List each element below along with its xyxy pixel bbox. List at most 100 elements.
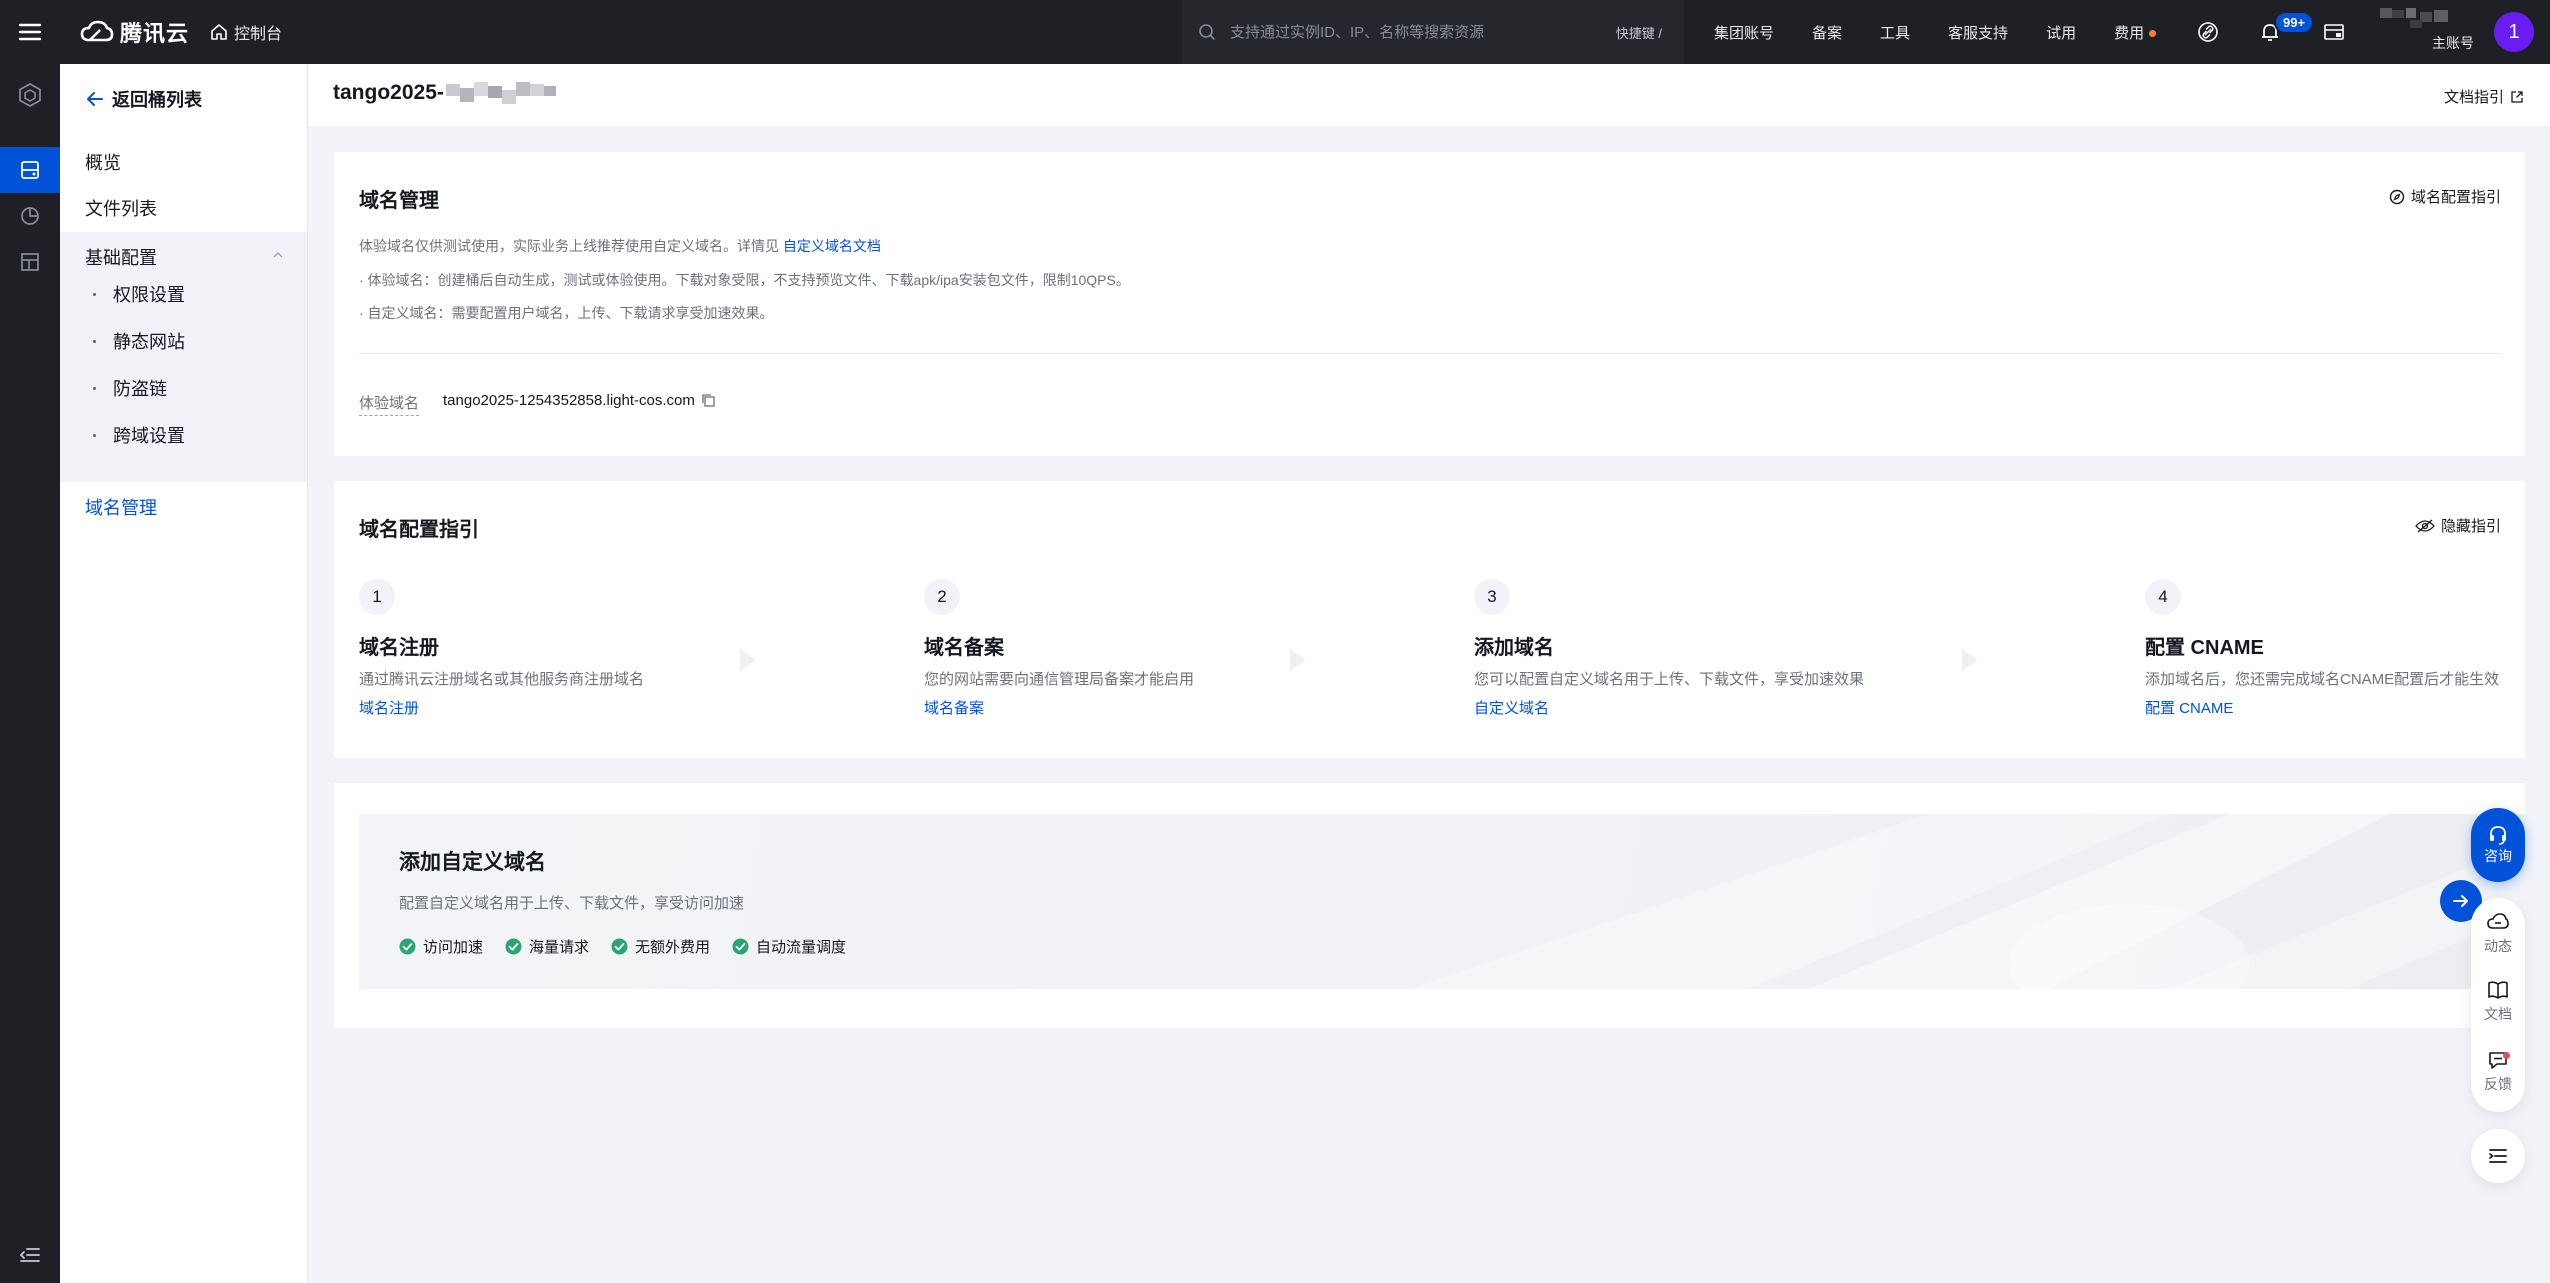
guide-card-title: 域名配置指引 [359,519,479,541]
triangle-right-icon [1288,647,1308,673]
check-circle-icon [399,938,416,955]
billing-dot [2149,30,2157,38]
step-desc: 您的网站需要向通信管理局备案才能启用 [924,671,1195,688]
tencent-cloud-logo[interactable]: 腾讯云 [80,16,189,48]
sidebar-item-hotlink-protection[interactable]: 防盗链 [60,365,307,411]
back-to-bucket-list[interactable]: 返回桶列表 [86,84,202,114]
search-input[interactable] [1228,22,1558,42]
bucket-name: tango2025- [333,81,444,104]
domain-config-guide-label: 域名配置指引 [2410,189,2501,206]
float-menu-button[interactable] [2471,1129,2525,1183]
rail-monitor[interactable] [0,193,60,239]
step-number: 4 [2145,579,2181,615]
nav-group-account[interactable]: 集团账号 [1714,22,1774,43]
register-domain-link[interactable]: 域名注册 [359,697,644,718]
domain-management-card: 域名管理 域名配置指引 体验域名仅供测试使用，实际业务上线推荐使用自定义域名。详… [334,152,2525,456]
sidebar-item-domain-management[interactable]: 域名管理 [60,484,307,530]
feedback-button[interactable]: 反馈 [2471,1040,2525,1104]
sidebar-group-basic-config: 基础配置 权限设置 静态网站 防盗链 跨域设置 [60,232,307,482]
rail-cos-overview[interactable] [0,72,60,118]
configure-cname-link[interactable]: 配置 CNAME [2145,697,2499,718]
home-icon [210,23,228,41]
hexagon-icon [19,83,41,107]
collapse-sidebar-icon[interactable] [18,1243,42,1267]
domain-config-guide-link[interactable]: 域名配置指引 [2389,186,2501,207]
add-custom-domain-banner[interactable]: 添加自定义域名 配置自定义域名用于上传、下载文件，享受访问加速 访问加速 海量请… [359,814,2525,989]
step-4: 4 配置 CNAME 添加域名后，您还需完成域名CNAME配置后才能生效 配置 … [2145,579,2499,718]
menu-icon[interactable] [16,18,44,46]
link-icon[interactable] [2196,20,2220,44]
feature-label: 无额外费用 [635,939,711,956]
banner-decoration [1409,814,2525,989]
chevron-up-icon[interactable] [273,252,283,258]
step-title: 添加域名 [1474,637,1554,659]
custom-domain-doc-link[interactable]: 自定义域名文档 [783,238,881,254]
top-nav: 集团账号 备案 工具 客服支持 试用 费用 [1714,0,2194,64]
triangle-right-icon [738,647,758,673]
news-button[interactable]: 动态 [2471,902,2525,966]
sidebar-item-overview[interactable]: 概览 [60,139,307,185]
trial-domain-note: · 体验域名：创建桶后自动生成，测试或体验使用。下载对象受限，不支持预览文件、下… [359,272,1130,288]
page-header: tango2025- 文档指引 [309,64,2550,126]
product-rail [0,64,60,1283]
search-icon [1198,23,1216,41]
step-number: 2 [924,579,960,615]
docs-button[interactable]: 文档 [2471,970,2525,1034]
sidebar-item-static-website[interactable]: 静态网站 [60,318,307,364]
nav-tools[interactable]: 工具 [1880,22,1910,43]
rail-bucket-list[interactable] [0,147,60,193]
trial-domain-value: tango2025-1254352858.light-cos.com [443,392,716,409]
sidebar-item-cors[interactable]: 跨域设置 [60,412,307,458]
docs-label: 文档 [2484,1006,2512,1022]
feedback-unread-dot [2503,1052,2510,1059]
domain-intro-text: 体验域名仅供测试使用，实际业务上线推荐使用自定义域名。详情见 [359,238,779,254]
rail-tools[interactable] [0,239,60,285]
icp-filing-link[interactable]: 域名备案 [924,697,1194,718]
nav-icp-filing[interactable]: 备案 [1812,22,1842,43]
pie-chart-icon [21,207,39,225]
brand-name: 腾讯云 [120,21,190,46]
nav-trial[interactable]: 试用 [2046,22,2076,43]
compass-icon [2389,189,2405,204]
feature-label: 访问加速 [423,939,484,956]
billing-card-icon[interactable] [2322,20,2346,44]
feature-item: 无额外费用 [611,936,710,957]
console-link[interactable]: 控制台 [210,16,282,48]
side-menu: 返回桶列表 概览 文件列表 基础配置 权限设置 静态网站 防盗链 跨域设置 域名… [60,64,308,1283]
arrow-left-icon [87,92,103,106]
nav-support[interactable]: 客服支持 [1948,22,2008,43]
step-title: 域名注册 [359,637,439,659]
step-title: 配置 CNAME [2145,637,2264,659]
step-desc: 通过腾讯云注册域名或其他服务商注册域名 [359,671,645,688]
banner-desc: 配置自定义域名用于上传、下载文件，享受访问加速 [399,895,745,912]
dashboard-icon [21,253,39,271]
hide-guide-button[interactable]: 隐藏指引 [2415,515,2501,536]
custom-domain-link[interactable]: 自定义域名 [1474,697,1864,718]
copy-icon[interactable] [701,393,716,408]
notification-badge: 99+ [2274,11,2315,34]
sidebar-item-file-list[interactable]: 文件列表 [60,185,307,231]
trial-domain-text: tango2025-1254352858.light-cos.com [443,392,695,409]
step-number: 1 [359,579,395,615]
account-name-redacted [2380,8,2450,30]
news-label: 动态 [2484,938,2512,954]
sidebar-item-permissions[interactable]: 权限设置 [60,271,307,317]
nav-billing[interactable]: 费用 [2114,22,2157,43]
feature-item: 自动流量调度 [732,936,846,957]
headset-icon [2490,826,2506,845]
book-icon [2488,981,2508,999]
cloud-bell-icon [2487,913,2509,929]
global-search: 快捷键 / [1182,0,1684,64]
sidebar-group-title[interactable]: 基础配置 [85,244,157,270]
banner-title: 添加自定义域名 [399,851,546,874]
domain-card-title: 域名管理 [359,190,439,212]
doc-guide-link[interactable]: 文档指引 [2444,86,2524,107]
top-bar: 腾讯云 控制台 快捷键 / 集团账号 备案 工具 客服支持 试用 费用 99+ … [0,0,2550,64]
custom-domain-note: · 自定义域名：需要配置用户域名，上传、下载请求享受加速效果。 [359,305,774,321]
step-1: 1 域名注册 通过腾讯云注册域名或其他服务商注册域名 域名注册 [359,579,644,718]
avatar[interactable]: 1 [2494,12,2534,52]
consult-button[interactable]: 咨询 [2471,808,2525,882]
back-label: 返回桶列表 [112,90,202,110]
feature-label: 海量请求 [529,939,590,956]
step-3: 3 添加域名 您可以配置自定义域名用于上传、下载文件，享受加速效果 自定义域名 [1474,579,1864,718]
